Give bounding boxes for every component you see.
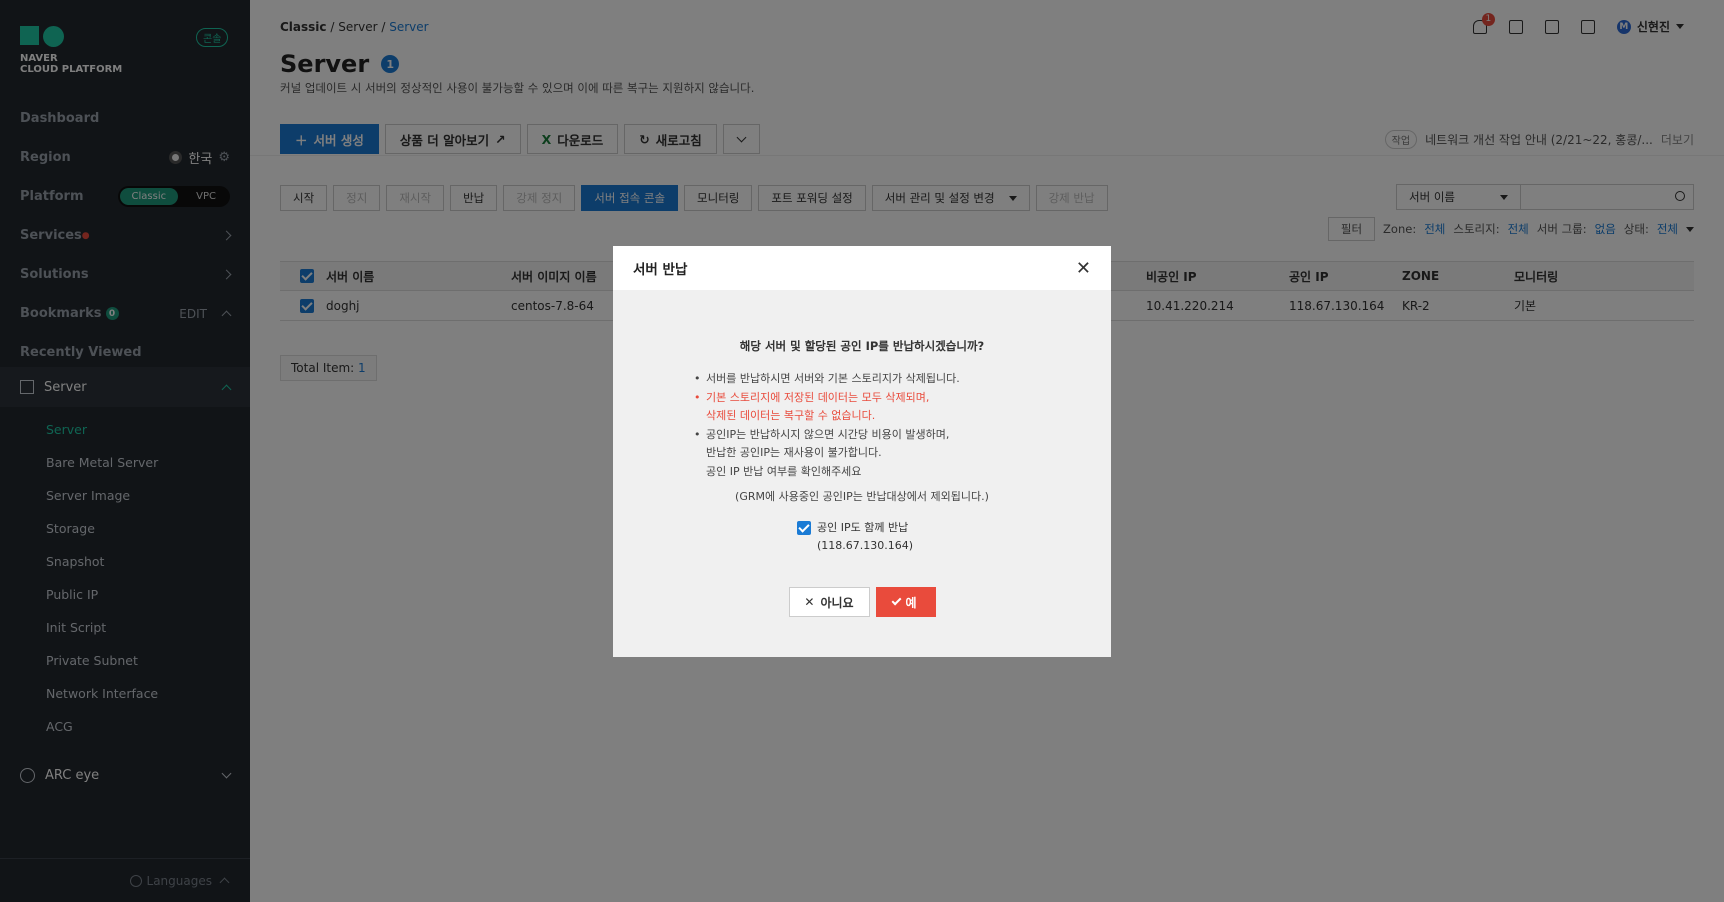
note-2b: 삭제된 데이터는 복구할 수 없습니다. xyxy=(706,409,876,422)
cancel-label: 아니요 xyxy=(820,595,854,610)
close-icon: ✕ xyxy=(804,595,815,609)
dialog-buttons: ✕ 아니요 예 xyxy=(613,587,1111,617)
return-ip-option: 공인 IP도 함께 반납 (118.67.130.164) xyxy=(797,521,913,555)
grm-note: (GRM에 사용중인 공인IP는 반납대상에서 제외됩니다.) xyxy=(735,490,989,503)
dialog-header: 서버 반납 ✕ xyxy=(613,246,1111,290)
note-2a: 기본 스토리지에 저장된 데이터는 모두 삭제되며, xyxy=(694,389,960,408)
dialog-notes: 서버를 반납하시면 서버와 기본 스토리지가 삭제됩니다. 기본 스토리지에 저… xyxy=(694,370,960,481)
confirm-button[interactable]: 예 xyxy=(875,587,936,617)
check-icon xyxy=(892,595,902,606)
dialog-question: 해당 서버 및 할당된 공인 IP를 반납하시겠습니까? xyxy=(739,339,985,353)
note-3b: 반납한 공인IP는 재사용이 불가합니다. xyxy=(706,446,882,459)
return-ip-address: (118.67.130.164) xyxy=(817,539,914,552)
dialog-title: 서버 반납 xyxy=(633,262,688,278)
confirm-label: 예 xyxy=(905,595,917,610)
note-1: 서버를 반납하시면 서버와 기본 스토리지가 삭제됩니다. xyxy=(694,370,960,389)
note-3a: 공인IP는 반납하시지 않으면 시간당 비용이 발생하며, xyxy=(694,426,960,445)
return-ip-checkbox[interactable] xyxy=(797,521,811,535)
return-server-dialog: 서버 반납 ✕ 해당 서버 및 할당된 공인 IP를 반납하시겠습니까? 서버를… xyxy=(613,246,1111,657)
return-ip-label: 공인 IP도 함께 반납 xyxy=(817,521,909,534)
note-3c: 공인 IP 반납 여부를 확인해주세요 xyxy=(706,464,862,478)
close-icon[interactable]: ✕ xyxy=(1076,258,1091,279)
cancel-button[interactable]: ✕ 아니요 xyxy=(788,587,870,617)
